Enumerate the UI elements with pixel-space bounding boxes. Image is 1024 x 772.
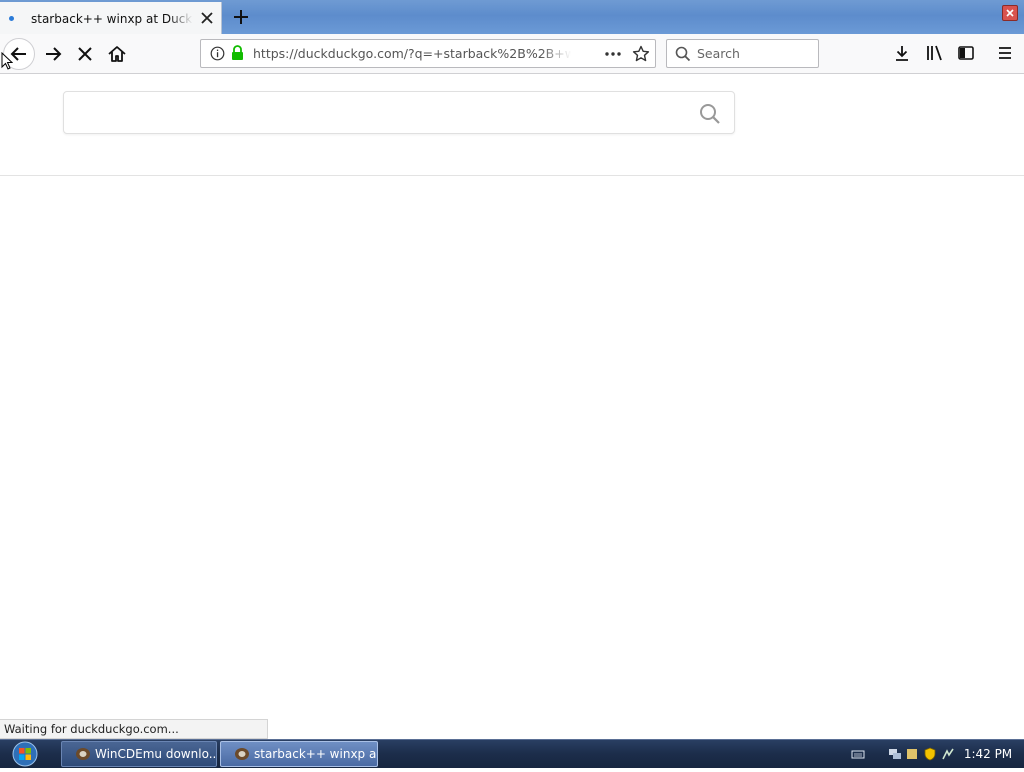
taskbar: WinCDEmu downlo... starback++ winxp a...…	[0, 739, 1024, 768]
info-icon[interactable]	[210, 46, 225, 61]
stop-button[interactable]	[69, 38, 101, 70]
clock[interactable]: 1:42 PM	[960, 740, 1016, 768]
window-close-icon[interactable]	[1002, 5, 1018, 21]
search-input[interactable]	[697, 44, 812, 63]
page-content	[0, 74, 1024, 716]
search-icon	[700, 104, 720, 124]
security-shield-icon[interactable]	[923, 747, 937, 761]
more-icon[interactable]	[603, 46, 623, 62]
loading-indicator	[9, 16, 14, 21]
library-button[interactable]	[920, 39, 948, 67]
volume-icon[interactable]	[905, 747, 919, 761]
new-tab-plus-icon[interactable]	[230, 6, 252, 28]
firefox-icon	[76, 748, 90, 760]
mouse-cursor-icon	[1, 52, 13, 70]
sidebar-toggle-button[interactable]	[952, 39, 980, 67]
url-text[interactable]: https://duckduckgo.com/?q=+starback%2B%2…	[253, 45, 571, 63]
close-tab-icon[interactable]	[198, 9, 216, 27]
lock-icon[interactable]	[231, 45, 244, 61]
search-icon	[675, 46, 691, 62]
forward-arrow-icon	[46, 47, 62, 61]
url-bar[interactable]: https://duckduckgo.com/?q=+starback%2B%2…	[200, 39, 656, 68]
ddg-header	[0, 74, 1024, 176]
ddg-search-input[interactable]	[78, 102, 678, 124]
taskbar-item[interactable]: WinCDEmu downlo...	[61, 741, 217, 767]
download-button[interactable]	[888, 39, 916, 67]
taskbar-item-label: starback++ winxp a...	[254, 747, 378, 761]
star-icon[interactable]	[632, 45, 650, 63]
tab-active[interactable]: starback++ winxp at DuckDuckGo	[0, 2, 222, 34]
sidebar-icon	[958, 46, 974, 60]
navigation-bar: https://duckduckgo.com/?q=+starback%2B%2…	[0, 34, 1024, 74]
stop-icon	[78, 47, 92, 61]
library-icon	[927, 45, 942, 61]
firefox-icon	[235, 748, 249, 760]
ddg-search-button[interactable]	[698, 102, 722, 126]
tab-title: starback++ winxp at DuckDuckGo	[31, 10, 193, 28]
network-icon[interactable]	[888, 747, 902, 761]
download-icon	[896, 46, 908, 61]
forward-button[interactable]	[37, 38, 69, 70]
hamburger-menu-icon	[999, 47, 1011, 59]
search-bar[interactable]	[666, 39, 819, 68]
main-menu-button[interactable]	[991, 39, 1019, 67]
keyboard-icon[interactable]	[851, 747, 865, 761]
title-bar: starback++ winxp at DuckDuckGo	[0, 0, 1024, 34]
flag-icon[interactable]	[941, 747, 955, 761]
taskbar-item-label: WinCDEmu downlo...	[95, 747, 217, 761]
status-bar: Waiting for duckduckgo.com...	[0, 719, 268, 739]
ddg-search-box[interactable]	[63, 91, 735, 134]
taskbar-item-active[interactable]: starback++ winxp a...	[220, 741, 378, 767]
start-button[interactable]	[8, 740, 42, 768]
home-button[interactable]	[101, 38, 133, 70]
home-icon	[108, 46, 126, 62]
